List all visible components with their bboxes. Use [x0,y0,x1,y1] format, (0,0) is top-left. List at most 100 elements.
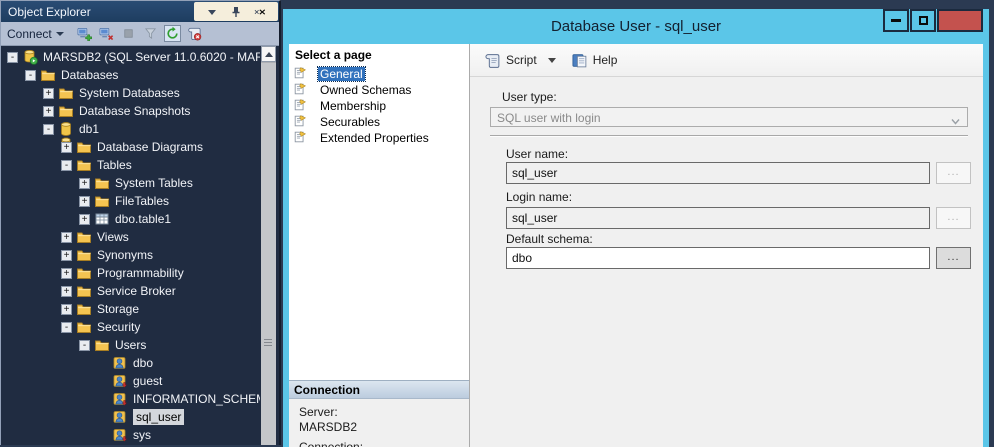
script-error-icon[interactable] [186,25,203,42]
user-deny-icon [112,373,128,389]
tree-item[interactable]: + System Databases [1,84,260,102]
expander-icon[interactable]: + [61,232,72,243]
page-icon [293,130,309,146]
expander-icon[interactable]: + [61,286,72,297]
tree-item[interactable]: - Tables [1,156,260,174]
vertical-scrollbar[interactable] [261,46,276,445]
user-icon [112,409,128,425]
tree-item[interactable]: + Synonyms [1,246,260,264]
oe-toolbar-icons [76,25,203,42]
user-name-label: User name: [506,147,568,161]
server-value: MARSDB2 [299,420,469,434]
help-button[interactable]: Help [593,53,618,67]
page-icon [293,82,309,98]
expander-icon[interactable]: - [25,70,36,81]
tree-item[interactable]: + System Tables [1,174,260,192]
server-label: Server: [299,405,469,419]
connect-server-icon[interactable] [76,25,93,42]
expander-icon[interactable]: + [79,178,90,189]
default-schema-field[interactable] [506,247,930,269]
tree-item[interactable]: sys [1,426,260,444]
tree-item[interactable]: + Programmability [1,264,260,282]
expander-icon[interactable]: - [79,340,90,351]
tree-item[interactable]: INFORMATION_SCHEMA [1,390,260,408]
folder-icon [76,301,92,317]
connect-button[interactable]: Connect [7,27,64,41]
expander-icon[interactable]: - [43,124,54,135]
close-icon[interactable] [254,6,266,18]
help-icon [571,52,588,69]
select-a-page-header: Select a page [289,44,469,66]
scrollbar-up-arrow[interactable] [261,46,276,62]
object-explorer-toolbar: Connect [1,22,279,46]
tree-item[interactable]: + FileTables [1,192,260,210]
object-explorer-panel: Object Explorer Connect - MARSDB2 (SQL S… [0,0,281,445]
expander-icon[interactable]: - [61,322,72,333]
folder-icon [76,157,92,173]
script-button[interactable]: Script [506,53,537,67]
tree-item[interactable]: + Storage [1,300,260,318]
expander-icon[interactable]: + [61,250,72,261]
dialog-toolbar: Script Help [470,44,983,77]
expander-icon[interactable]: + [43,106,54,117]
page-list-item[interactable]: Membership [289,98,469,114]
folder-icon [94,337,110,353]
expander-icon[interactable]: + [79,214,90,225]
user-type-select: SQL user with login [490,107,968,127]
close-button[interactable] [937,9,983,32]
folder-icon [76,283,92,299]
filter-icon[interactable] [142,25,159,42]
tree-item[interactable]: - MARSDB2 (SQL Server 11.0.6020 - MARSD [1,48,260,66]
tree-item[interactable]: guest [1,372,260,390]
expander-icon[interactable]: - [7,52,18,63]
tree-item[interactable]: + dbo.table1 [1,210,260,228]
folder-icon [94,175,110,191]
user-deny-icon [112,391,128,407]
default-schema-browse-button[interactable]: ... [936,247,971,269]
tree-item[interactable]: + Database Diagrams [1,138,260,156]
user-name-field [506,162,930,184]
stop-icon[interactable] [120,25,137,42]
page-list-item[interactable]: Extended Properties [289,130,469,146]
page-list-item[interactable]: General [289,66,469,82]
page-icon [293,114,309,130]
expander-icon[interactable]: - [61,160,72,171]
tree-item[interactable]: + Service Broker [1,282,260,300]
object-explorer-title: Object Explorer [1,5,91,19]
page-icon [293,66,309,82]
tree-item[interactable]: - Security [1,318,260,336]
expander-icon[interactable]: + [61,304,72,315]
scrollbar-thumb[interactable] [261,62,276,445]
maximize-button[interactable] [910,9,936,32]
expander-icon[interactable]: + [79,196,90,207]
server-icon [22,49,38,65]
table-icon [94,211,110,227]
disconnect-icon[interactable] [98,25,115,42]
window-position-icon[interactable] [206,6,218,18]
refresh-icon[interactable] [164,25,181,42]
page-list-item[interactable]: Owned Schemas [289,82,469,98]
chevron-down-icon [56,32,64,36]
expander-icon[interactable]: + [61,142,72,153]
pin-icon[interactable] [230,6,242,18]
tree-item[interactable]: + Database Snapshots [1,102,260,120]
login-name-browse-button: ... [936,207,971,229]
tree-item[interactable]: sql_user [1,408,260,426]
user-type-label: User type: [502,90,557,104]
page-list-item[interactable]: Securables [289,114,469,130]
folder-icon [76,319,92,335]
expander-icon[interactable]: + [61,268,72,279]
minimize-button[interactable] [883,9,909,32]
separator [490,135,968,137]
tree-item[interactable]: - db1 [1,120,260,138]
expander-icon[interactable]: + [43,88,54,99]
tree-item[interactable]: dbo [1,354,260,372]
login-name-field [506,207,930,229]
script-dropdown-arrow[interactable] [548,58,556,63]
tree-item[interactable]: - Users [1,336,260,354]
folder-icon [76,247,92,263]
tree-item[interactable]: - Databases [1,66,260,84]
tree-item[interactable]: + Views [1,228,260,246]
maximize-icon [919,16,928,25]
folder-icon [76,139,92,155]
